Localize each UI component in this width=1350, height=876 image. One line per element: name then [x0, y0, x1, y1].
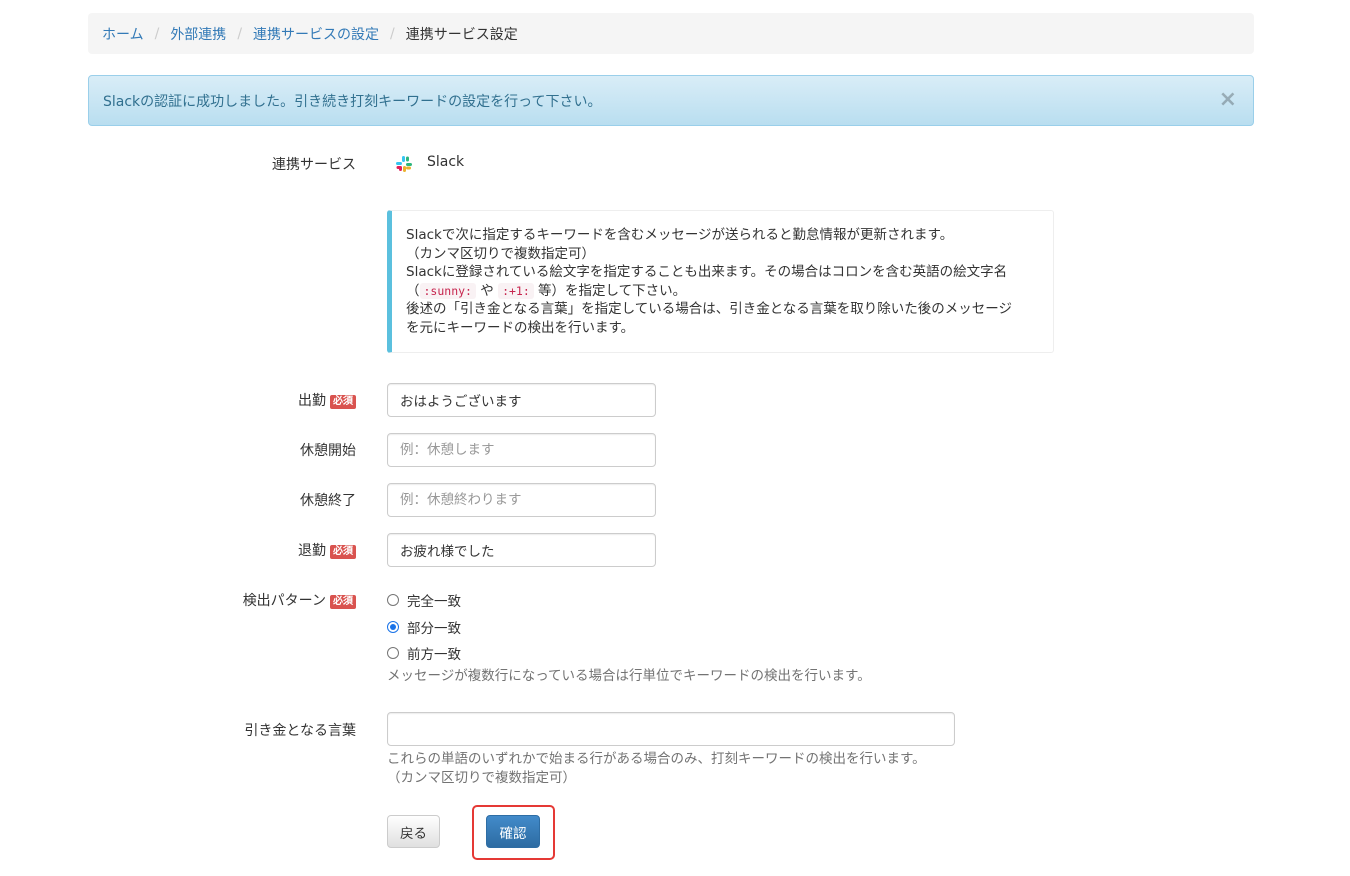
breadcrumb-separator: /: [154, 25, 160, 42]
clock-out-label: 退勤 必須: [160, 540, 356, 560]
trigger-words-label: 引き金となる言葉: [244, 723, 356, 739]
info-line: 後述の「引き金となる言葉」を指定している場合は、引き金となる言葉を取り除いた後の…: [406, 301, 1013, 318]
info-line: （カンマ区切りで複数指定可）: [406, 245, 595, 262]
breadcrumb: ホーム / 外部連携 / 連携サービスの設定 / 連携サービス設定: [88, 13, 1254, 54]
required-badge: 必須: [330, 395, 356, 409]
info-line: Slackに登録されている絵文字を指定することも出来ます。その場合はコロンを含む…: [406, 264, 1008, 281]
break-end-label: 休憩終了: [300, 493, 356, 509]
breadcrumb-service-settings-link[interactable]: 連携サービスの設定: [253, 24, 379, 44]
clock-out-input[interactable]: [387, 533, 656, 567]
radio-button-selected[interactable]: [387, 621, 399, 633]
radio-button[interactable]: [387, 594, 399, 606]
back-button[interactable]: 戻る: [387, 815, 440, 848]
detection-pattern-label: 検出パターン 必須: [160, 590, 356, 610]
breadcrumb-home-link[interactable]: ホーム: [102, 24, 144, 44]
radio-partial-match[interactable]: 部分一致: [387, 617, 461, 637]
breadcrumb-integrations-link[interactable]: 外部連携: [170, 24, 226, 44]
close-icon[interactable]: ×: [1219, 89, 1237, 111]
trigger-words-input[interactable]: [387, 712, 955, 746]
info-line: （:sunny: や :+1: 等）を指定して下さい。: [406, 282, 687, 299]
break-start-label: 休憩開始: [300, 443, 356, 459]
break-end-input[interactable]: [387, 483, 656, 517]
confirm-button[interactable]: 確認: [486, 815, 540, 848]
detection-help-text: メッセージが複数行になっている場合は行単位でキーワードの検出を行います。: [387, 668, 871, 684]
info-line: を元にキーワードの検出を行います。: [406, 319, 635, 336]
info-line: Slackで次に指定するキーワードを含むメッセージが送られると勤怠情報が更新され…: [406, 227, 954, 243]
clock-in-input[interactable]: [387, 383, 656, 417]
radio-button[interactable]: [387, 647, 399, 659]
emoji-code-plus-one: :+1:: [498, 282, 534, 299]
breadcrumb-current: 連携サービス設定: [405, 26, 518, 43]
breadcrumb-separator: /: [390, 25, 395, 42]
trigger-help-text: これらの単語のいずれかで始まる行がある場合のみ、打刻キーワードの検出を行います。…: [387, 751, 926, 786]
alert-message: Slackの認証に成功しました。引き続き打刻キーワードの設定を行って下さい。: [103, 93, 602, 110]
service-label: 連携サービス: [272, 157, 356, 173]
success-alert: Slackの認証に成功しました。引き続き打刻キーワードの設定を行って下さい。 ×: [88, 75, 1254, 126]
breadcrumb-separator: /: [237, 25, 243, 42]
clock-in-label: 出勤 必須: [160, 390, 356, 410]
service-name: Slack: [427, 154, 465, 170]
break-start-input[interactable]: [387, 433, 656, 467]
radio-prefix-match[interactable]: 前方一致: [387, 643, 461, 663]
emoji-code-sunny: :sunny:: [419, 282, 476, 299]
required-badge: 必須: [330, 595, 356, 609]
slack-logo-icon: [396, 156, 412, 172]
radio-exact-match[interactable]: 完全一致: [387, 590, 461, 610]
info-callout: Slackで次に指定するキーワードを含むメッセージが送られると勤怠情報が更新され…: [387, 210, 1054, 353]
required-badge: 必須: [330, 545, 356, 559]
